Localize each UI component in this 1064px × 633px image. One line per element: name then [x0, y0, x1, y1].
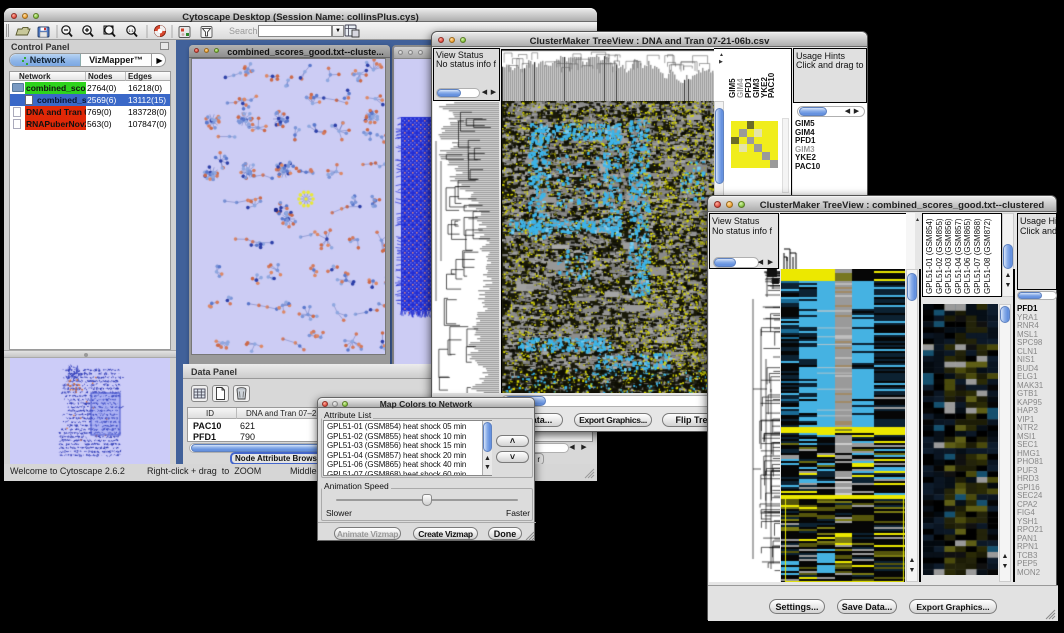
svg-text:1:1: 1:1 [128, 28, 134, 33]
